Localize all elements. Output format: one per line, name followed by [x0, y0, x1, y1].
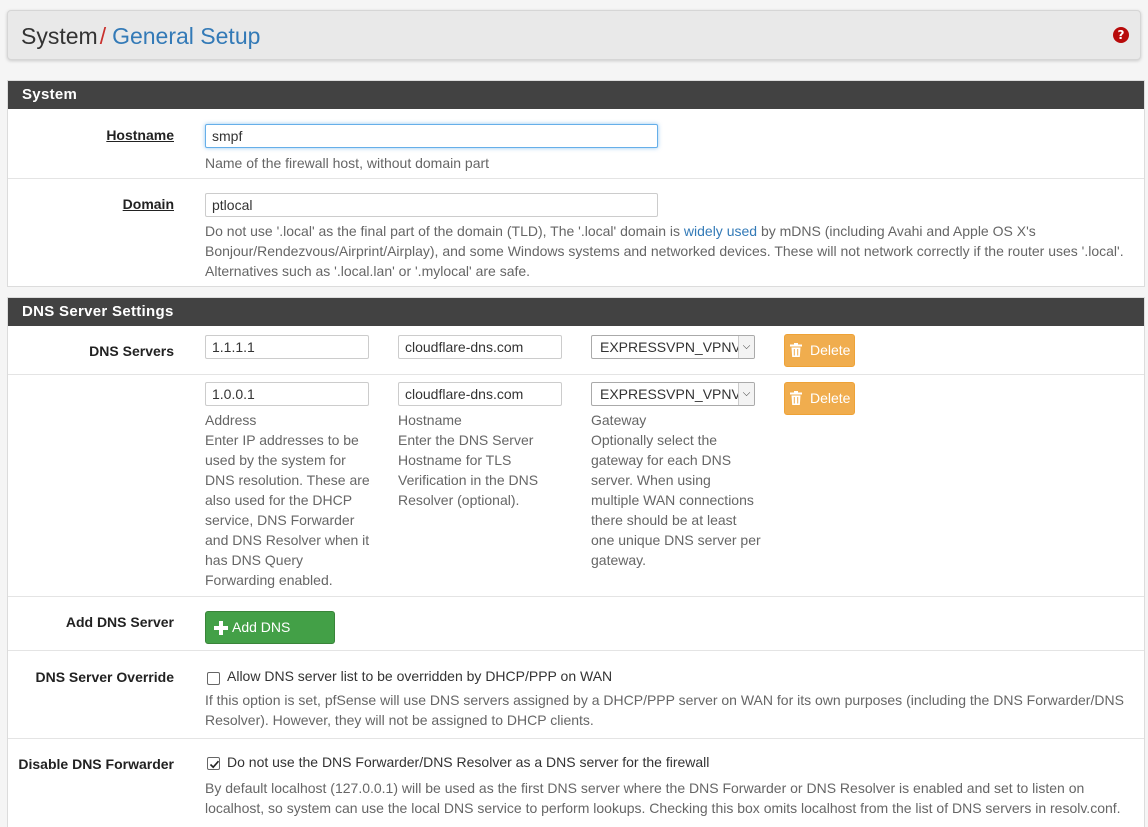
delete-dns-label-2: Delete: [810, 390, 851, 406]
help-icon[interactable]: ?: [1113, 27, 1129, 43]
hostname-help-col: Hostname Enter the DNS Server Hostname f…: [398, 410, 558, 510]
add-dns-row: Add DNS Server Add DNS Server: [8, 596, 1144, 666]
hostname-help-title: Hostname: [398, 412, 462, 428]
breadcrumb-separator: /: [99, 23, 107, 49]
domain-label: Domain: [122, 196, 174, 212]
plus-icon: [214, 621, 228, 635]
system-panel-title: System: [8, 81, 1144, 109]
dns-gateway-select-1[interactable]: EXPRESSVPN_VPNV4 ⌵: [591, 335, 755, 359]
address-help-title: Address: [205, 412, 257, 428]
dns-address-input-2[interactable]: [205, 382, 369, 406]
hostname-row: Hostname Name of the firewall host, with…: [8, 109, 1144, 179]
delete-dns-label-1: Delete: [810, 342, 851, 358]
dns-gateway-select-2[interactable]: EXPRESSVPN_VPNV4 ⌵: [591, 382, 755, 406]
dns-override-checkbox[interactable]: [207, 672, 220, 685]
gateway-help-title: Gateway: [591, 412, 647, 428]
chevron-down-icon: ⌵: [738, 383, 754, 405]
dns-address-input-1[interactable]: [205, 335, 369, 359]
gateway-help: Gateway Optionally select the gateway fo…: [591, 410, 761, 570]
system-panel: System Hostname Name of the firewall hos…: [7, 80, 1145, 287]
breadcrumb-general-setup[interactable]: General Setup: [112, 23, 260, 49]
dns-override-label: DNS Server Override: [35, 669, 174, 685]
hostname-help: Name of the firewall host, without domai…: [205, 155, 490, 171]
hostname-input[interactable]: [205, 124, 658, 148]
dns-server-row-2: EXPRESSVPN_VPNV4 ⌵ Delete Address Enter …: [8, 374, 1144, 596]
dns-override-row: DNS Server Override Allow DNS server lis…: [8, 650, 1144, 738]
dns-server-row-1: DNS Servers EXPRESSVPN_VPNV4 ⌵ Delete: [8, 326, 1144, 374]
domain-row: Domain Do not use '.local' as the final …: [8, 178, 1144, 287]
breadcrumb: System/General Setup: [21, 22, 260, 50]
breadcrumb-system[interactable]: System: [21, 23, 98, 49]
disable-forwarder-checkbox[interactable]: [207, 757, 220, 770]
dns-servers-label: DNS Servers: [89, 343, 174, 359]
domain-help-text-1: Do not use '.local' as the final part of…: [205, 223, 684, 239]
page-header: System/General Setup ?: [7, 10, 1141, 60]
checkmark-icon: [209, 760, 220, 769]
trash-icon: [790, 343, 802, 357]
disable-forwarder-checkbox-label[interactable]: Do not use the DNS Forwarder/DNS Resolve…: [227, 754, 709, 770]
widely-used-link[interactable]: widely used: [684, 223, 757, 239]
delete-dns-button-1[interactable]: Delete: [784, 334, 855, 367]
dns-hostname-input-1[interactable]: [398, 335, 562, 359]
domain-help: Do not use '.local' as the final part of…: [205, 221, 1140, 281]
dns-gateway-value-2: EXPRESSVPN_VPNV4: [600, 386, 742, 402]
gateway-help-text: Optionally select the gateway for each D…: [591, 432, 761, 568]
hostname-help-text: Enter the DNS Server Hostname for TLS Ve…: [398, 432, 539, 508]
chevron-down-icon: ⌵: [738, 336, 754, 358]
dns-panel: DNS Server Settings DNS Servers EXPRESSV…: [7, 297, 1145, 827]
add-dns-label: Add DNS Server: [65, 614, 174, 630]
dns-override-checkbox-label[interactable]: Allow DNS server list to be overridden b…: [227, 668, 612, 684]
add-dns-server-button[interactable]: Add DNS Server: [205, 611, 335, 666]
dns-hostname-input-2[interactable]: [398, 382, 562, 406]
disable-forwarder-label: Disable DNS Forwarder: [18, 756, 174, 772]
dns-gateway-value-1: EXPRESSVPN_VPNV4: [600, 339, 742, 355]
address-help-text: Enter IP addresses to be used by the sys…: [205, 432, 370, 588]
delete-dns-button-2[interactable]: Delete: [784, 382, 855, 415]
dns-panel-title: DNS Server Settings: [8, 298, 1144, 326]
disable-forwarder-help: By default localhost (127.0.0.1) will be…: [205, 780, 1121, 816]
disable-forwarder-row: Disable DNS Forwarder Do not use the DNS…: [8, 738, 1144, 827]
hostname-label: Hostname: [106, 127, 174, 143]
address-help: Address Enter IP addresses to be used by…: [205, 410, 375, 590]
dns-override-help: If this option is set, pfSense will use …: [205, 692, 1124, 728]
trash-icon: [790, 391, 802, 405]
domain-input[interactable]: [205, 193, 658, 217]
